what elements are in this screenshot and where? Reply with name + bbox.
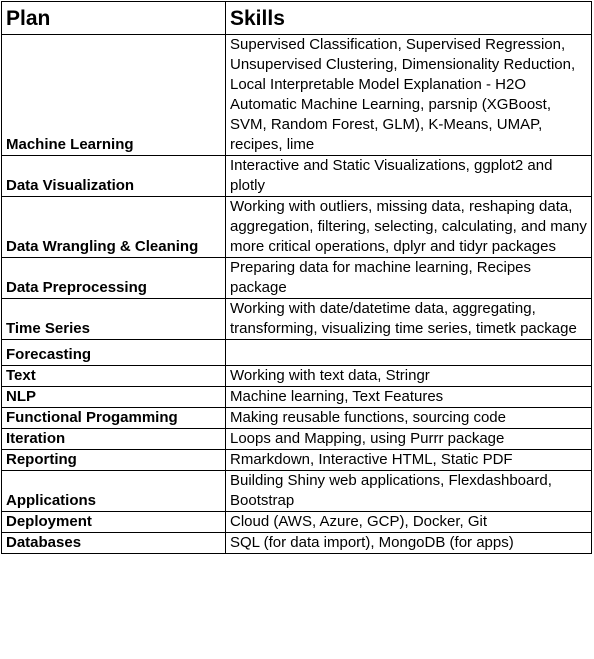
skills-cell: Working with outliers, missing data, res… [225, 196, 592, 258]
table-row: Functional Progamming Making reusable fu… [1, 407, 592, 429]
table-row: Forecasting [1, 339, 592, 366]
skills-cell [225, 339, 592, 366]
table-row: Text Working with text data, Stringr [1, 365, 592, 387]
table-row: NLP Machine learning, Text Features [1, 386, 592, 408]
plan-cell: Time Series [1, 298, 226, 340]
skills-cell: Machine learning, Text Features [225, 386, 592, 408]
header-row: Plan Skills [1, 1, 592, 35]
skills-cell: Interactive and Static Visualizations, g… [225, 155, 592, 197]
table-row: Data Preprocessing Preparing data for ma… [1, 257, 592, 299]
plan-cell: Data Visualization [1, 155, 226, 197]
skills-cell: Supervised Classification, Supervised Re… [225, 34, 592, 156]
plan-cell: NLP [1, 386, 226, 408]
table-row: Time Series Working with date/datetime d… [1, 298, 592, 340]
plan-cell: Iteration [1, 428, 226, 450]
table-row: Databases SQL (for data import), MongoDB… [1, 532, 592, 554]
skills-cell: Cloud (AWS, Azure, GCP), Docker, Git [225, 511, 592, 533]
plan-cell: Applications [1, 470, 226, 512]
table-row: Applications Building Shiny web applicat… [1, 470, 592, 512]
skills-cell: Loops and Mapping, using Purrr package [225, 428, 592, 450]
plan-cell: Machine Learning [1, 34, 226, 156]
plan-cell: Functional Progamming [1, 407, 226, 429]
table-row: Data Wrangling & Cleaning Working with o… [1, 196, 592, 258]
skills-cell: Working with date/datetime data, aggrega… [225, 298, 592, 340]
plan-cell: Text [1, 365, 226, 387]
plan-cell: Reporting [1, 449, 226, 471]
table-row: Data Visualization Interactive and Stati… [1, 155, 592, 197]
skills-cell: Rmarkdown, Interactive HTML, Static PDF [225, 449, 592, 471]
skills-column-header: Skills [225, 1, 592, 35]
table-row: Deployment Cloud (AWS, Azure, GCP), Dock… [1, 511, 592, 533]
skills-cell: Working with text data, Stringr [225, 365, 592, 387]
plan-cell: Deployment [1, 511, 226, 533]
plan-cell: Forecasting [1, 339, 226, 366]
table-row: Machine Learning Supervised Classificati… [1, 34, 592, 156]
table-row: Reporting Rmarkdown, Interactive HTML, S… [1, 449, 592, 471]
plan-cell: Data Wrangling & Cleaning [1, 196, 226, 258]
table-body: Machine Learning Supervised Classificati… [1, 34, 592, 554]
plan-cell: Databases [1, 532, 226, 554]
plan-column-header: Plan [1, 1, 226, 35]
skills-cell: Making reusable functions, sourcing code [225, 407, 592, 429]
skills-cell: Preparing data for machine learning, Rec… [225, 257, 592, 299]
skills-table: Plan Skills Machine Learning Supervised … [1, 1, 592, 554]
table-row: Iteration Loops and Mapping, using Purrr… [1, 428, 592, 450]
plan-cell: Data Preprocessing [1, 257, 226, 299]
skills-cell: SQL (for data import), MongoDB (for apps… [225, 532, 592, 554]
skills-cell: Building Shiny web applications, Flexdas… [225, 470, 592, 512]
